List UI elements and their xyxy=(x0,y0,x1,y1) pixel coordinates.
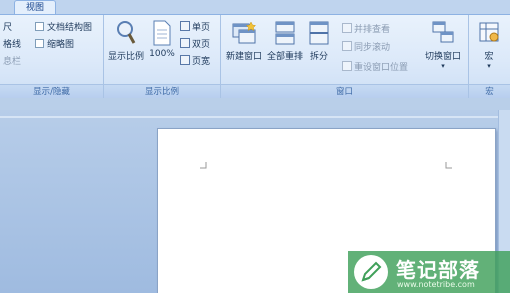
macros-label: 宏 xyxy=(484,52,494,62)
split-window-icon xyxy=(309,21,329,45)
chevron-down-icon: ▾ xyxy=(487,62,491,70)
document-map-checkbox[interactable]: 文档结构图 xyxy=(35,21,92,35)
new-window-label: 新建窗口 xyxy=(225,52,262,62)
arrange-all-icon xyxy=(275,21,295,45)
two-pages-label: 双页 xyxy=(192,40,211,50)
ribbon: 尺 格线 息栏 文档结构图 缩略图 显示/隐藏 显示比例 100% 单页 双页 … xyxy=(0,14,510,99)
zoom-100-label: 100% xyxy=(149,49,175,59)
checkbox-icon[interactable] xyxy=(35,22,44,31)
group-label-show-hide: 显示/隐藏 xyxy=(0,84,103,99)
split-button[interactable]: 拆分 xyxy=(307,20,331,62)
zoom-100-button[interactable]: 100% xyxy=(147,20,177,59)
zoom-button[interactable]: 显示比例 xyxy=(107,20,145,62)
pencil-icon xyxy=(354,255,388,289)
gridlines-checkbox-label[interactable]: 格线 xyxy=(3,38,21,52)
watermark-url: www.notetribe.com xyxy=(397,280,475,289)
switch-windows-label: 切换窗口 xyxy=(424,52,461,62)
one-page-label: 单页 xyxy=(192,23,211,33)
ribbon-bottom-edge xyxy=(0,98,510,110)
page-width-icon xyxy=(180,55,190,65)
group-label-macros: 宏 xyxy=(469,84,510,99)
ribbon-tab-strip: 视图 xyxy=(0,0,510,15)
synchronous-scrolling-button[interactable]: 同步滚动 xyxy=(342,41,390,55)
thumbnails-label: 缩略图 xyxy=(47,40,75,50)
margin-corner-mark xyxy=(200,162,207,169)
group-zoom: 显示比例 100% 单页 双页 页宽 显示比例 xyxy=(104,15,221,99)
ruler-line xyxy=(0,116,510,118)
macros-button[interactable]: 宏 ▾ xyxy=(474,20,504,70)
group-show-hide: 尺 格线 息栏 文档结构图 缩略图 显示/隐藏 xyxy=(0,15,104,99)
one-page-button[interactable]: 单页 xyxy=(180,21,210,35)
two-pages-button[interactable]: 双页 xyxy=(180,38,210,52)
switch-windows-icon xyxy=(432,21,454,43)
watermark-title: 笔记部落 xyxy=(396,258,480,282)
switch-windows-button[interactable]: 切换窗口 ▾ xyxy=(422,20,464,70)
new-window-button[interactable]: 新建窗口 xyxy=(224,20,264,62)
reset-position-label: 重设窗口位置 xyxy=(354,63,409,73)
message-bar-checkbox-label[interactable]: 息栏 xyxy=(3,55,21,69)
one-page-icon xyxy=(180,21,190,31)
arrange-all-button[interactable]: 全部重排 xyxy=(266,20,304,62)
page-100-icon xyxy=(153,20,171,46)
tab-view[interactable]: 视图 xyxy=(14,0,56,15)
sync-scroll-icon xyxy=(342,41,352,51)
ruler-checkbox-label[interactable]: 尺 xyxy=(3,21,12,35)
group-label-zoom: 显示比例 xyxy=(104,84,220,99)
reset-position-icon xyxy=(342,61,352,71)
arrange-all-label: 全部重排 xyxy=(266,52,303,62)
sync-scroll-label: 同步滚动 xyxy=(354,43,391,53)
watermark-logo: 笔记部落 www.notetribe.com xyxy=(348,251,510,293)
page-width-button[interactable]: 页宽 xyxy=(180,55,210,69)
side-by-side-icon xyxy=(342,23,352,33)
group-macros: 宏 ▾ 宏 xyxy=(469,15,510,99)
side-by-side-label: 并排查看 xyxy=(354,25,391,35)
split-label: 拆分 xyxy=(309,52,328,62)
two-pages-icon xyxy=(180,38,190,48)
group-label-window: 窗口 xyxy=(221,84,468,99)
group-window: 新建窗口 全部重排 拆分 并排查看 同步滚动 重设窗口位置 切换窗口 ▾ 窗口 xyxy=(221,15,469,99)
new-window-icon xyxy=(232,21,257,44)
magnifier-icon xyxy=(117,21,136,44)
zoom-label: 显示比例 xyxy=(107,52,144,62)
page-width-label: 页宽 xyxy=(192,57,211,67)
reset-window-position-button[interactable]: 重设窗口位置 xyxy=(342,61,408,75)
macros-icon xyxy=(479,22,499,42)
thumbnails-checkbox[interactable]: 缩略图 xyxy=(35,38,74,52)
margin-corner-mark xyxy=(445,162,452,169)
chevron-down-icon: ▾ xyxy=(441,62,445,70)
checkbox-icon[interactable] xyxy=(35,39,44,48)
document-map-label: 文档结构图 xyxy=(47,23,93,33)
view-side-by-side-button[interactable]: 并排查看 xyxy=(342,23,390,37)
